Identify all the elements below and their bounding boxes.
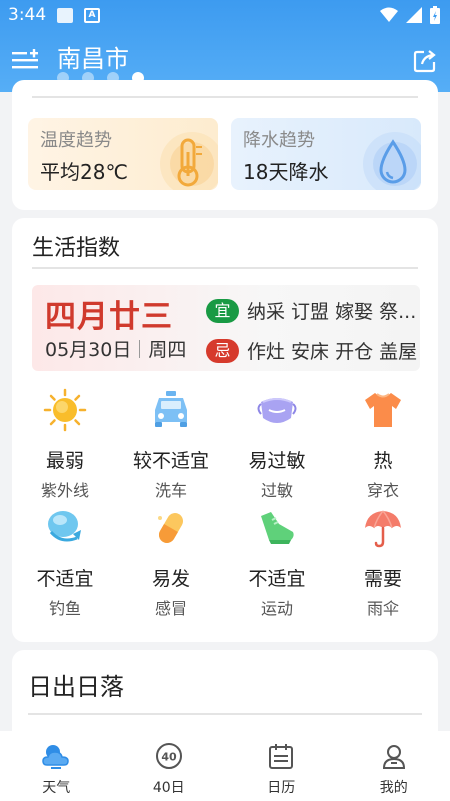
date-separator — [139, 340, 141, 358]
status-time: 3:44 — [8, 5, 47, 25]
nav-40-day[interactable]: 40 40日 — [113, 731, 226, 801]
bottom-nav: 天气 40 40日 日历 我的 — [0, 731, 450, 801]
nav-label: 我的 — [379, 780, 408, 796]
lunar-date: 四月廿三 — [45, 299, 173, 335]
weather-icon — [42, 745, 70, 769]
almanac-panel[interactable]: 四月廿三 05月30日 周四 宜 纳采 订盟 嫁娶 祭... 忌 作灶 安床 开仓… — [32, 285, 420, 371]
date-text: 05月30日 — [45, 339, 132, 361]
precipitation-trend-button[interactable]: 降水趋势 18天降水 — [231, 118, 421, 190]
profile-icon — [382, 745, 405, 769]
shoe-icon — [261, 512, 294, 544]
raindrop-icon — [363, 132, 421, 190]
temperature-trend-value: 平均28℃ — [40, 160, 128, 184]
index-level: 最弱 — [45, 450, 84, 472]
index-level: 易发 — [151, 568, 190, 590]
weekday-text: 周四 — [148, 339, 187, 361]
sun-icon — [43, 388, 87, 432]
svg-text:40: 40 — [161, 751, 177, 764]
life-index-card: 生活指数 四月廿三 05月30日 周四 宜 纳采 订盟 嫁娶 祭... 忌 作灶 … — [12, 218, 438, 642]
divider — [28, 713, 422, 715]
sunrise-sunset-title: 日出日落 — [28, 673, 124, 701]
precipitation-trend-value: 18天降水 — [243, 160, 329, 184]
index-car-wash[interactable]: 较不适宜 洗车 — [118, 388, 224, 501]
forty-day-icon: 40 — [155, 743, 182, 769]
index-level: 不适宜 — [36, 568, 94, 590]
nav-label: 日历 — [267, 780, 296, 796]
wifi-icon — [380, 7, 398, 22]
index-cold[interactable]: 易发 感冒 — [118, 506, 224, 619]
signal-icon — [406, 7, 422, 23]
index-allergy[interactable]: 易过敏 过敏 — [224, 388, 330, 501]
mask-icon — [257, 398, 297, 423]
temperature-trend-label: 温度趋势 — [40, 130, 112, 151]
nav-profile[interactable]: 我的 — [338, 731, 450, 801]
divider — [32, 96, 418, 98]
index-level: 较不适宜 — [132, 450, 209, 472]
nav-label: 天气 — [42, 780, 71, 796]
index-sport[interactable]: 不适宜 运动 — [224, 506, 330, 619]
index-fishing[interactable]: 不适宜 钓鱼 — [12, 506, 118, 619]
divider — [32, 267, 418, 269]
app-notification-icon: A — [84, 8, 100, 23]
ji-row: 忌 作灶 安床 开仓 盖屋 — [206, 337, 417, 364]
index-name: 穿衣 — [366, 481, 399, 500]
trend-card: 温度趋势 平均28℃ 降水趋势 18天降水 — [12, 80, 438, 210]
index-level: 热 — [373, 450, 393, 472]
index-name: 感冒 — [154, 599, 187, 618]
nav-weather[interactable]: 天气 — [0, 731, 113, 801]
fishing-icon — [48, 511, 81, 542]
gregorian-date: 05月30日 周四 — [45, 335, 186, 362]
status-icons — [380, 6, 440, 24]
precipitation-trend-label: 降水趋势 — [243, 130, 315, 151]
index-name: 钓鱼 — [48, 599, 81, 618]
shirt-icon — [365, 393, 401, 427]
index-name: 紫外线 — [40, 481, 89, 500]
share-icon[interactable] — [412, 48, 438, 74]
nav-label: 40日 — [152, 780, 185, 796]
pill-icon — [158, 513, 183, 543]
index-name: 洗车 — [154, 481, 187, 500]
ji-text: 作灶 安床 开仓 盖屋 — [247, 341, 418, 363]
umbrella-icon — [365, 510, 401, 548]
index-name: 雨伞 — [366, 599, 399, 618]
index-level: 不适宜 — [248, 568, 306, 590]
index-level: 易过敏 — [248, 450, 306, 472]
ji-badge: 忌 — [206, 338, 239, 363]
life-index-title: 生活指数 — [32, 236, 121, 261]
battery-icon — [430, 6, 440, 24]
index-level: 需要 — [363, 568, 402, 590]
nav-calendar[interactable]: 日历 — [225, 731, 338, 801]
yi-row: 宜 纳采 订盟 嫁娶 祭... — [206, 297, 416, 324]
calendar-icon — [269, 744, 294, 769]
status-bar: 3:44 A — [0, 0, 450, 30]
car-icon — [155, 391, 187, 427]
index-uv[interactable]: 最弱 紫外线 — [12, 388, 118, 501]
city-title[interactable]: 南昌市 — [57, 39, 129, 74]
thermometer-icon — [160, 132, 218, 190]
temperature-trend-button[interactable]: 温度趋势 平均28℃ — [28, 118, 218, 190]
yi-badge: 宜 — [206, 298, 239, 323]
city-manage-icon[interactable] — [12, 49, 38, 71]
index-dressing[interactable]: 热 穿衣 — [330, 388, 436, 501]
index-name: 运动 — [260, 599, 293, 618]
index-umbrella[interactable]: 需要 雨伞 — [330, 506, 436, 619]
index-name: 过敏 — [260, 481, 293, 500]
app-header: 3:44 A 南昌市 — [0, 0, 450, 92]
yi-text: 纳采 订盟 嫁娶 祭... — [247, 301, 417, 323]
notification-icon — [57, 8, 73, 23]
